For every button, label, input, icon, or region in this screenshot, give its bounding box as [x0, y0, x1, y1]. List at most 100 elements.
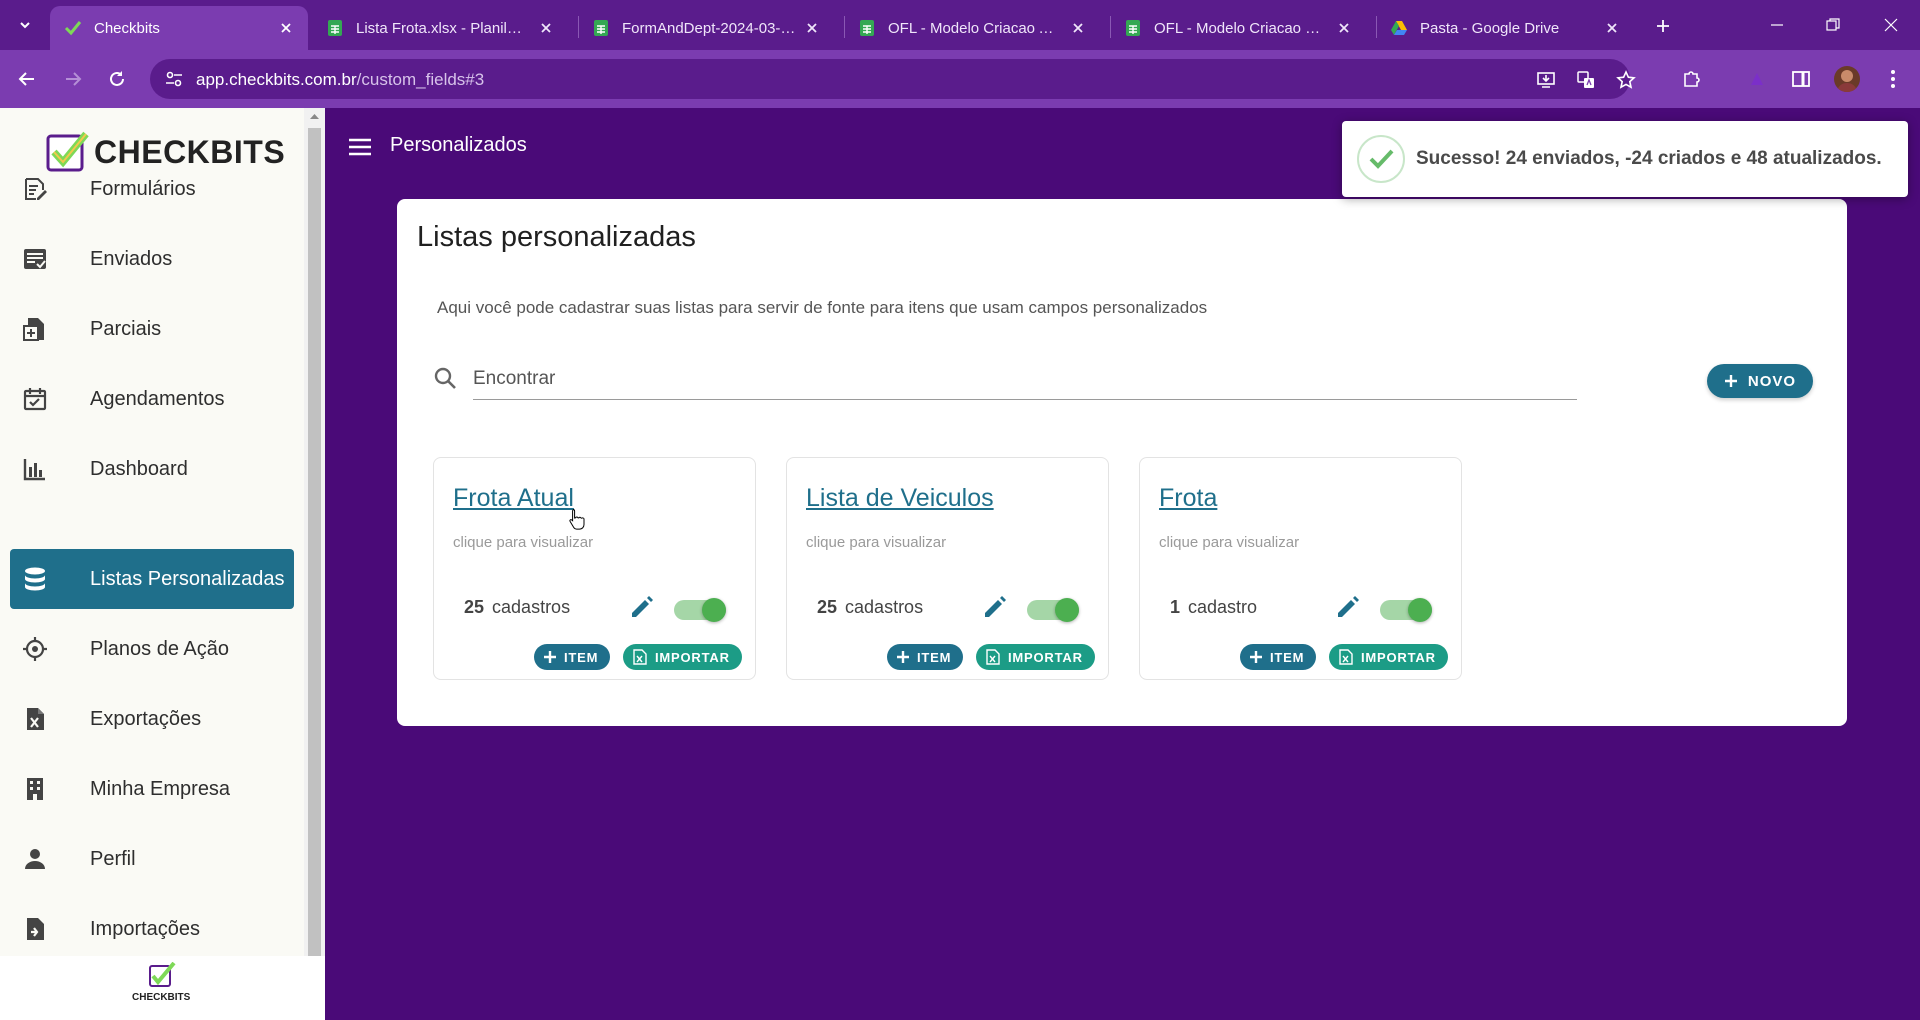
new-list-button[interactable]: NOVO [1707, 364, 1813, 398]
add-item-button[interactable]: ITEM [534, 644, 611, 670]
success-toast[interactable]: Sucesso! 24 enviados, -24 criados e 48 a… [1342, 121, 1908, 197]
back-button[interactable] [12, 64, 42, 94]
sidebar-item-label: Perfil [90, 847, 136, 870]
close-window-button[interactable] [1876, 10, 1906, 40]
sidebar-item-dashboard[interactable]: Dashboard [10, 439, 294, 499]
tab-lista-frota[interactable]: Lista Frota.xlsx - Planilhas G [312, 6, 568, 50]
tab-ofl-agen[interactable]: OFL - Modelo Criacao Agen [844, 6, 1100, 50]
url-path: /custom_fields#3 [356, 70, 485, 89]
list-card-lista-de-veiculos[interactable]: Lista de Veiculos clique para visualizar… [786, 457, 1109, 680]
list-name-link[interactable]: Lista de Veiculos [806, 484, 994, 513]
sidebar-item-parciais[interactable]: Parciais [10, 299, 294, 359]
import-button[interactable]: IMPORTAR [976, 644, 1095, 670]
person-icon [25, 849, 45, 869]
form-edit-icon [25, 178, 47, 200]
tab-google-drive[interactable]: Pasta - Google Drive [1376, 6, 1634, 50]
list-enabled-toggle[interactable] [1025, 595, 1081, 623]
list-card-frota-atual[interactable]: Frota Atual clique para visualizar 25 cad… [433, 457, 756, 680]
sidebar-item-label: Dashboard [90, 457, 188, 480]
import-button[interactable]: IMPORTAR [1329, 644, 1448, 670]
sidebar-item-planos-de-acao[interactable]: Planos de Ação [10, 619, 294, 679]
card-description: Aqui você pode cadastrar suas listas par… [437, 298, 1208, 317]
new-tab-button[interactable] [1649, 12, 1677, 40]
list-enabled-toggle[interactable] [1378, 595, 1434, 623]
side-panel-button[interactable] [1788, 66, 1814, 92]
edit-pencil-icon[interactable] [628, 593, 656, 621]
close-icon[interactable] [802, 18, 822, 38]
file-import-icon [27, 918, 44, 940]
sheets-icon [328, 20, 342, 36]
hamburger-menu-button[interactable] [346, 133, 374, 161]
import-button[interactable]: IMPORTAR [623, 644, 742, 670]
database-icon [25, 567, 45, 591]
restore-button[interactable] [1818, 10, 1848, 40]
search-icon [434, 367, 456, 389]
search-input[interactable] [473, 358, 1577, 400]
list-name-link[interactable]: Frota [1159, 484, 1217, 513]
sidebar-item-listas-personalizadas[interactable]: Listas Personalizadas [10, 549, 294, 609]
profile-extension-button[interactable] [1744, 66, 1770, 92]
tab-search-button[interactable] [9, 12, 41, 38]
edit-pencil-icon[interactable] [981, 593, 1009, 621]
arrow-right-icon [66, 72, 82, 86]
record-count-label: cadastros [845, 597, 924, 617]
plus-icon [1657, 20, 1669, 32]
tab-title: OFL - Modelo Criacao Agen [888, 19, 1062, 37]
list-card-frota[interactable]: Frota clique para visualizar 1 cadastro I… [1139, 457, 1462, 680]
forward-button[interactable] [58, 64, 88, 94]
tab-formanddept[interactable]: FormAndDept-2024-03-21 [578, 6, 834, 50]
scroll-up-arrow-icon[interactable] [309, 112, 320, 120]
tab-checkbits[interactable]: Checkbits [50, 6, 308, 50]
minimize-button[interactable] [1762, 10, 1792, 40]
tab-ofl-form[interactable]: OFL - Modelo Criacao Form [1110, 6, 1366, 50]
add-item-button[interactable]: ITEM [1240, 644, 1317, 670]
close-icon[interactable] [1334, 18, 1354, 38]
edit-pencil-icon[interactable] [1334, 593, 1362, 621]
sidebar-item-label: Planos de Ação [90, 637, 229, 660]
footer-logo: CHECKBITS [132, 962, 190, 1003]
record-count-value: 25 [464, 597, 485, 617]
sidebar-item-label: Exportações [90, 707, 202, 730]
site-info-icon[interactable] [164, 69, 184, 89]
list-enabled-toggle[interactable] [672, 595, 728, 623]
sidebar-scrollbar[interactable] [304, 108, 325, 964]
sidebar-item-formularios[interactable]: Formulários [10, 159, 294, 219]
browser-menu-button[interactable] [1880, 66, 1906, 92]
extensions-button[interactable] [1679, 66, 1705, 92]
sidebar-item-label: Minha Empresa [90, 777, 231, 800]
close-icon[interactable] [276, 18, 296, 38]
list-subtitle: clique para visualizar [1159, 534, 1300, 551]
add-item-label: ITEM [564, 649, 599, 665]
profile-avatar[interactable] [1834, 66, 1860, 92]
tab-title: Checkbits [94, 19, 160, 37]
browser-toolbar: app.checkbits.com.br/custom_fields#3 [0, 50, 1920, 108]
scrollbar-thumb[interactable] [308, 128, 321, 964]
close-icon[interactable] [536, 18, 556, 38]
install-app-button[interactable] [1534, 68, 1558, 92]
plus-icon [1724, 375, 1737, 387]
sidebar-item-importacoes[interactable]: Importações [10, 899, 294, 959]
close-icon[interactable] [1602, 18, 1622, 38]
sheets-icon [594, 20, 608, 36]
sidebar-item-minha-empresa[interactable]: Minha Empresa [10, 759, 294, 819]
tab-title: FormAndDept-2024-03-21 [622, 19, 796, 37]
add-item-button[interactable]: ITEM [887, 644, 964, 670]
address-bar[interactable]: app.checkbits.com.br/custom_fields#3 [150, 59, 1636, 99]
bookmark-button[interactable] [1614, 68, 1638, 92]
sidebar-item-perfil[interactable]: Perfil [10, 829, 294, 889]
calendar-check-icon [23, 388, 47, 411]
sidebar-item-exportacoes[interactable]: Exportações [10, 689, 294, 749]
record-count-value: 1 [1170, 597, 1181, 617]
plus-icon [897, 651, 909, 663]
plus-icon [1250, 651, 1262, 663]
list-name-link[interactable]: Frota Atual [453, 484, 574, 513]
sidebar-item-agendamentos[interactable]: Agendamentos [10, 369, 294, 429]
reload-button[interactable] [102, 64, 132, 94]
sidebar: CHECKBITS Formulários Enviados Parciais … [0, 108, 306, 1020]
translate-button[interactable] [1574, 68, 1598, 92]
sidebar-item-enviados[interactable]: Enviados [10, 229, 294, 289]
toast-message: Sucesso! 24 enviados, -24 criados e 48 a… [1416, 148, 1882, 169]
close-icon[interactable] [1068, 18, 1088, 38]
minimize-icon [1771, 24, 1783, 26]
crosshair-icon [23, 637, 47, 661]
